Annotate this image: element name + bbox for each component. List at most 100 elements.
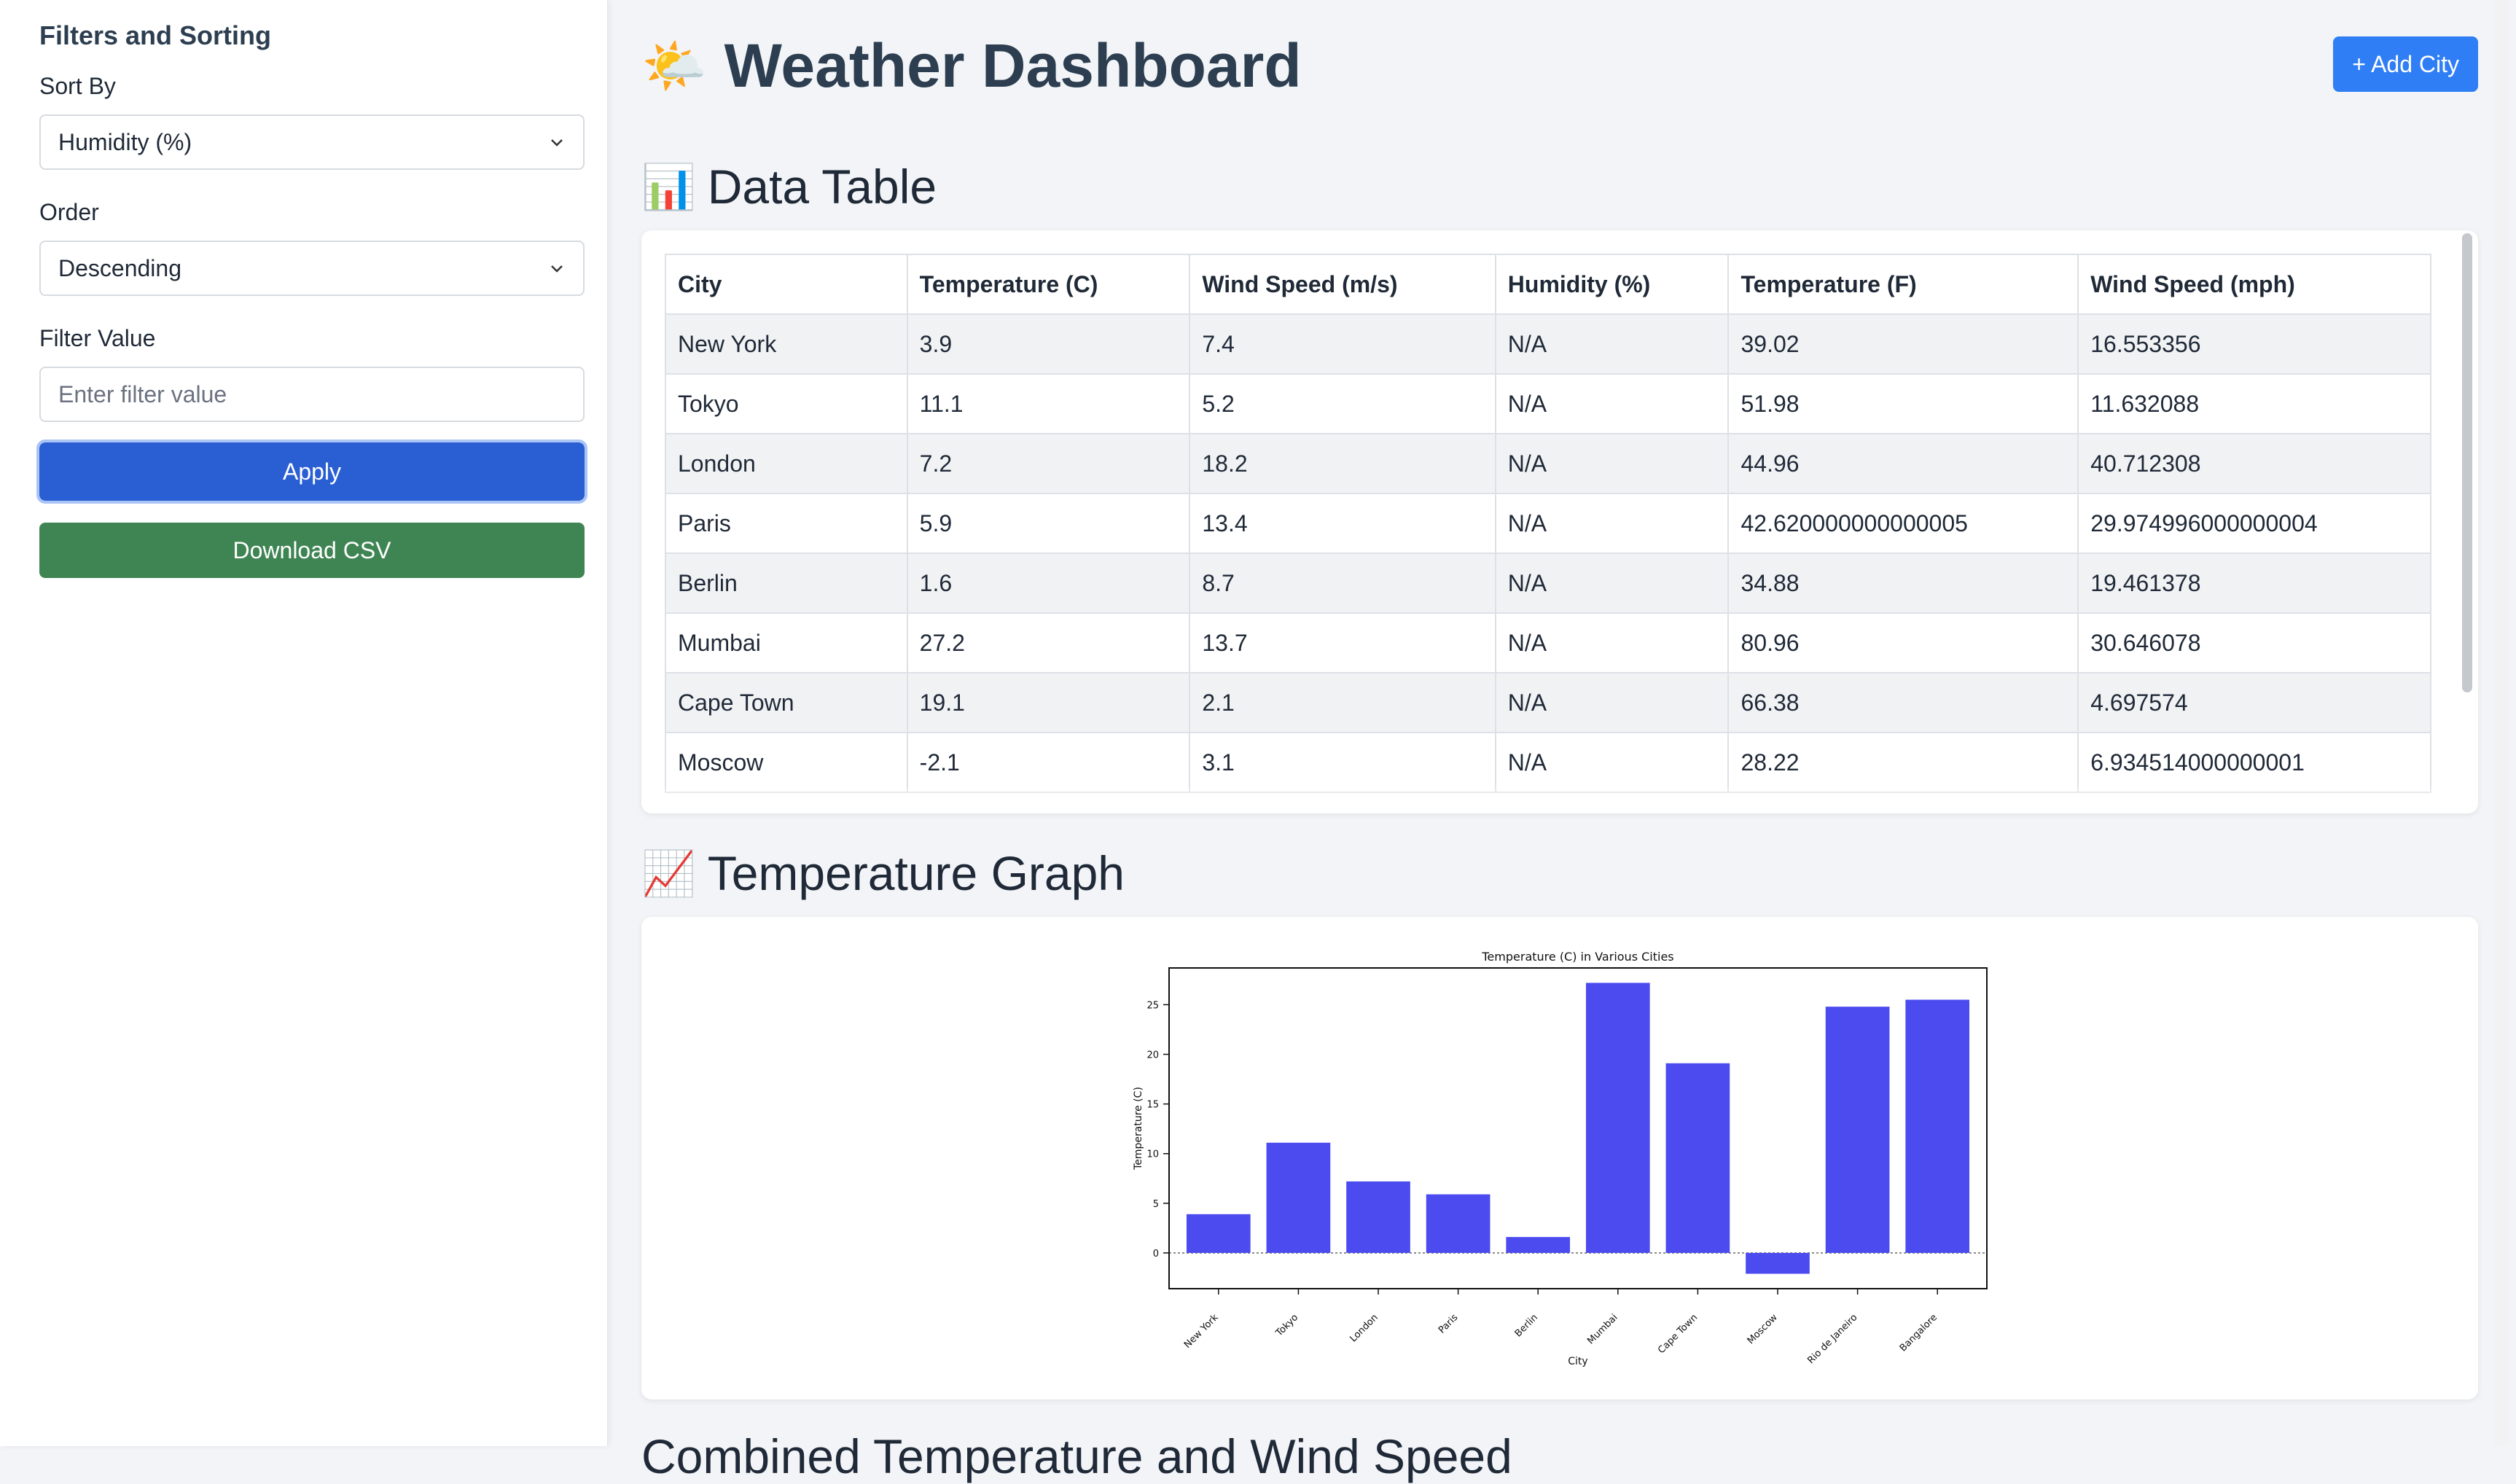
x-tick-label: Paris [1437,1312,1461,1336]
table-cell: 19.1 [906,672,1191,733]
add-city-button[interactable]: + Add City [2333,36,2478,92]
filter-value-label: Filter Value [39,325,156,351]
table-cell: -2.1 [906,732,1191,793]
column-header[interactable]: Temperature (F) [1727,254,2079,315]
table-cell: 13.7 [1189,612,1496,673]
bar-chart-icon: 📊 [641,162,696,211]
table-cell: 3.9 [906,313,1191,375]
table-row: New York 3.9 7.4 N/A 39.02 16.553356 [665,313,2431,375]
table-cell: N/A [1494,433,1730,494]
table-cell: N/A [1494,612,1730,673]
column-header[interactable]: Humidity (%) [1494,254,1730,315]
table-row: Mumbai 27.2 13.7 N/A 80.96 30.646078 [665,612,2431,673]
chart-bar [1585,983,1650,1253]
sort-by-label: Sort By [39,73,116,99]
chart-increasing-icon: 📈 [641,848,696,898]
table-scrollbar[interactable] [2462,233,2472,692]
table-cell: 27.2 [906,612,1191,673]
table-cell: N/A [1494,313,1730,375]
table-cell: 40.712308 [2077,433,2431,494]
table-cell: 11.632088 [2077,373,2431,434]
page-scrollbar[interactable] [2494,0,2509,1446]
table-row: Tokyo 11.1 5.2 N/A 51.98 11.632088 [665,373,2431,434]
combined-section-title: Combined Temperature and Wind Speed [641,1429,1512,1483]
y-tick-label: 25 [1146,1000,1159,1011]
apply-button[interactable]: Apply [36,440,587,504]
table-cell: 1.6 [906,552,1191,614]
table-row: Moscow -2.1 3.1 N/A 28.22 6.934514000000001 [665,732,2431,793]
table-cell: N/A [1494,493,1730,554]
table-cell: Cape Town [665,672,908,733]
column-header[interactable]: City [665,254,908,315]
page-title: Weather Dashboard [724,31,1302,100]
table-cell: N/A [1494,732,1730,793]
x-tick-label: Tokyo [1273,1312,1300,1339]
sidebar-title: Filters and Sorting [39,20,272,50]
table-row: Cape Town 19.1 2.1 N/A 66.38 4.697574 [665,672,2431,733]
x-tick-label: London [1348,1312,1380,1344]
table-cell: 4.697574 [2077,672,2431,733]
table-cell: Mumbai [665,612,908,673]
table-cell: 7.4 [1189,313,1496,375]
sort-by-select[interactable]: Humidity (%) [39,114,585,170]
temperature-bar-chart: New York Tokyo London Paris Berlin Mumbai Cape… [1133,950,1988,1367]
x-tick-label: Moscow [1746,1312,1780,1346]
table-cell: 3.1 [1189,732,1496,793]
table-header-row: City Temperature (C) Wind Speed (m/s) Humid… [665,254,2431,315]
table-cell: 80.96 [1727,612,2079,673]
table-cell: New York [665,313,908,375]
table-cell: 16.553356 [2077,313,2431,375]
table-cell: 11.1 [906,373,1191,434]
y-tick-label: 15 [1146,1100,1159,1111]
y-tick-label: 10 [1146,1149,1159,1160]
filter-value-input[interactable] [39,367,585,422]
temperature-graph-title: Temperature Graph [707,846,1125,900]
chart-bar [1426,1194,1491,1253]
table-cell: 8.7 [1189,552,1496,614]
table-cell: 42.620000000000005 [1727,493,2079,554]
chart-bar [1905,999,1970,1253]
x-tick-label: New York [1182,1312,1221,1351]
chart-bar [1346,1181,1410,1253]
temperature-graph-card: New York Tokyo London Paris Berlin Mumbai Cape… [641,917,2478,1399]
table-cell: 28.22 [1727,732,2079,793]
table-cell: Moscow [665,732,908,793]
page-header: 🌤️ Weather Dashboard + Add City [641,29,2478,102]
table-cell: London [665,433,908,494]
table-cell: 5.2 [1189,373,1496,434]
data-table-heading: 📊 Data Table [641,159,937,214]
table-cell: 66.38 [1727,672,2079,733]
x-tick-label: Berlin [1513,1312,1540,1339]
table-fade [641,784,2478,813]
x-tick-label: Cape Town [1656,1312,1700,1356]
chevron-down-icon [551,265,563,273]
chart-title: Temperature (C) in Various Cities [1481,950,1673,964]
data-table-card: City Temperature (C) Wind Speed (m/s) Humid… [641,230,2478,813]
table-cell: 51.98 [1727,373,2079,434]
table-cell: 39.02 [1727,313,2079,375]
main-content: 🌤️ Weather Dashboard + Add City 📊 Data T… [641,0,2478,1483]
y-tick-label: 0 [1153,1249,1159,1260]
table-cell: 19.461378 [2077,552,2431,614]
chart-bar [1186,1214,1251,1253]
chart-bar [1506,1237,1571,1253]
download-csv-button[interactable]: Download CSV [39,523,585,578]
table-cell: 6.934514000000001 [2077,732,2431,793]
table-cell: Tokyo [665,373,908,434]
table-row: London 7.2 18.2 N/A 44.96 40.712308 [665,433,2431,494]
column-header[interactable]: Wind Speed (mph) [2077,254,2431,315]
order-select[interactable]: Descending [39,241,585,296]
table-cell: 34.88 [1727,552,2079,614]
chart-bar [1665,1063,1730,1253]
column-header[interactable]: Temperature (C) [906,254,1191,315]
chart-bar [1266,1142,1331,1253]
column-header[interactable]: Wind Speed (m/s) [1189,254,1496,315]
data-table: City Temperature (C) Wind Speed (m/s) Humid… [665,254,2431,793]
filters-sidebar: Filters and Sorting Sort By Humidity (%)… [0,0,608,1446]
table-cell: Berlin [665,552,908,614]
table-cell: 5.9 [906,493,1191,554]
table-body: New York 3.9 7.4 N/A 39.02 16.553356 Tokyo 11.1… [665,313,2431,793]
sun-cloud-icon: 🌤️ [641,36,707,95]
table-cell: N/A [1494,373,1730,434]
temperature-graph-heading: 📈 Temperature Graph [641,846,1125,901]
